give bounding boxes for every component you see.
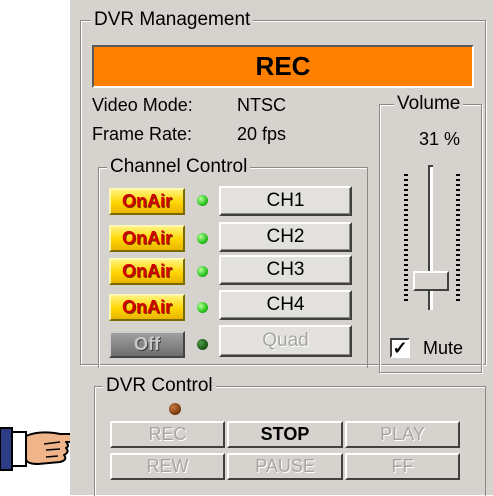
volume-value: 31 % bbox=[419, 129, 461, 149]
channel-button-ch3[interactable]: CH3 bbox=[219, 255, 352, 285]
video-mode-label: Video Mode: bbox=[92, 95, 193, 115]
video-mode-value: NTSC bbox=[237, 95, 286, 115]
rew-button[interactable]: REW bbox=[110, 453, 225, 480]
ff-button[interactable]: FF bbox=[345, 453, 460, 480]
status-led-quad bbox=[197, 339, 208, 350]
status-led-ch4 bbox=[197, 302, 208, 313]
onair-button-ch1[interactable]: OnAir bbox=[109, 188, 185, 215]
recording-indicator-led bbox=[169, 403, 181, 415]
frame-rate-label: Frame Rate: bbox=[92, 124, 193, 144]
channel-button-ch2[interactable]: CH2 bbox=[219, 222, 352, 252]
onair-button-quad[interactable]: Off bbox=[109, 331, 185, 358]
channel-control-title: Channel Control bbox=[107, 156, 251, 178]
volume-scale-right bbox=[456, 174, 460, 304]
stop-button[interactable]: STOP bbox=[227, 421, 343, 448]
onair-button-ch2[interactable]: OnAir bbox=[109, 225, 185, 252]
status-led-ch2 bbox=[197, 233, 208, 244]
channel-button-ch1[interactable]: CH1 bbox=[219, 186, 352, 216]
status-led-ch1 bbox=[197, 195, 208, 206]
dvr-management-title: DVR Management bbox=[91, 9, 254, 31]
status-led-ch3 bbox=[197, 266, 208, 277]
quad-button[interactable]: Quad bbox=[219, 325, 352, 357]
onair-button-ch4[interactable]: OnAir bbox=[109, 294, 185, 321]
dvr-control-title: DVR Control bbox=[103, 375, 216, 397]
mute-label: Mute bbox=[423, 338, 464, 358]
volume-scale-left bbox=[404, 174, 408, 304]
pause-button[interactable]: PAUSE bbox=[227, 453, 343, 480]
channel-button-ch4[interactable]: CH4 bbox=[219, 290, 352, 320]
rec-button[interactable]: REC bbox=[110, 421, 225, 448]
onair-button-ch3[interactable]: OnAir bbox=[109, 258, 185, 285]
volume-title: Volume bbox=[394, 93, 464, 115]
checkmark-icon: ✓ bbox=[392, 338, 408, 358]
recording-status-banner: REC bbox=[92, 45, 474, 88]
volume-slider-thumb[interactable] bbox=[413, 271, 449, 291]
mute-checkbox[interactable]: ✓ bbox=[390, 338, 410, 358]
play-button[interactable]: PLAY bbox=[345, 421, 460, 448]
frame-rate-value: 20 fps bbox=[237, 124, 287, 144]
